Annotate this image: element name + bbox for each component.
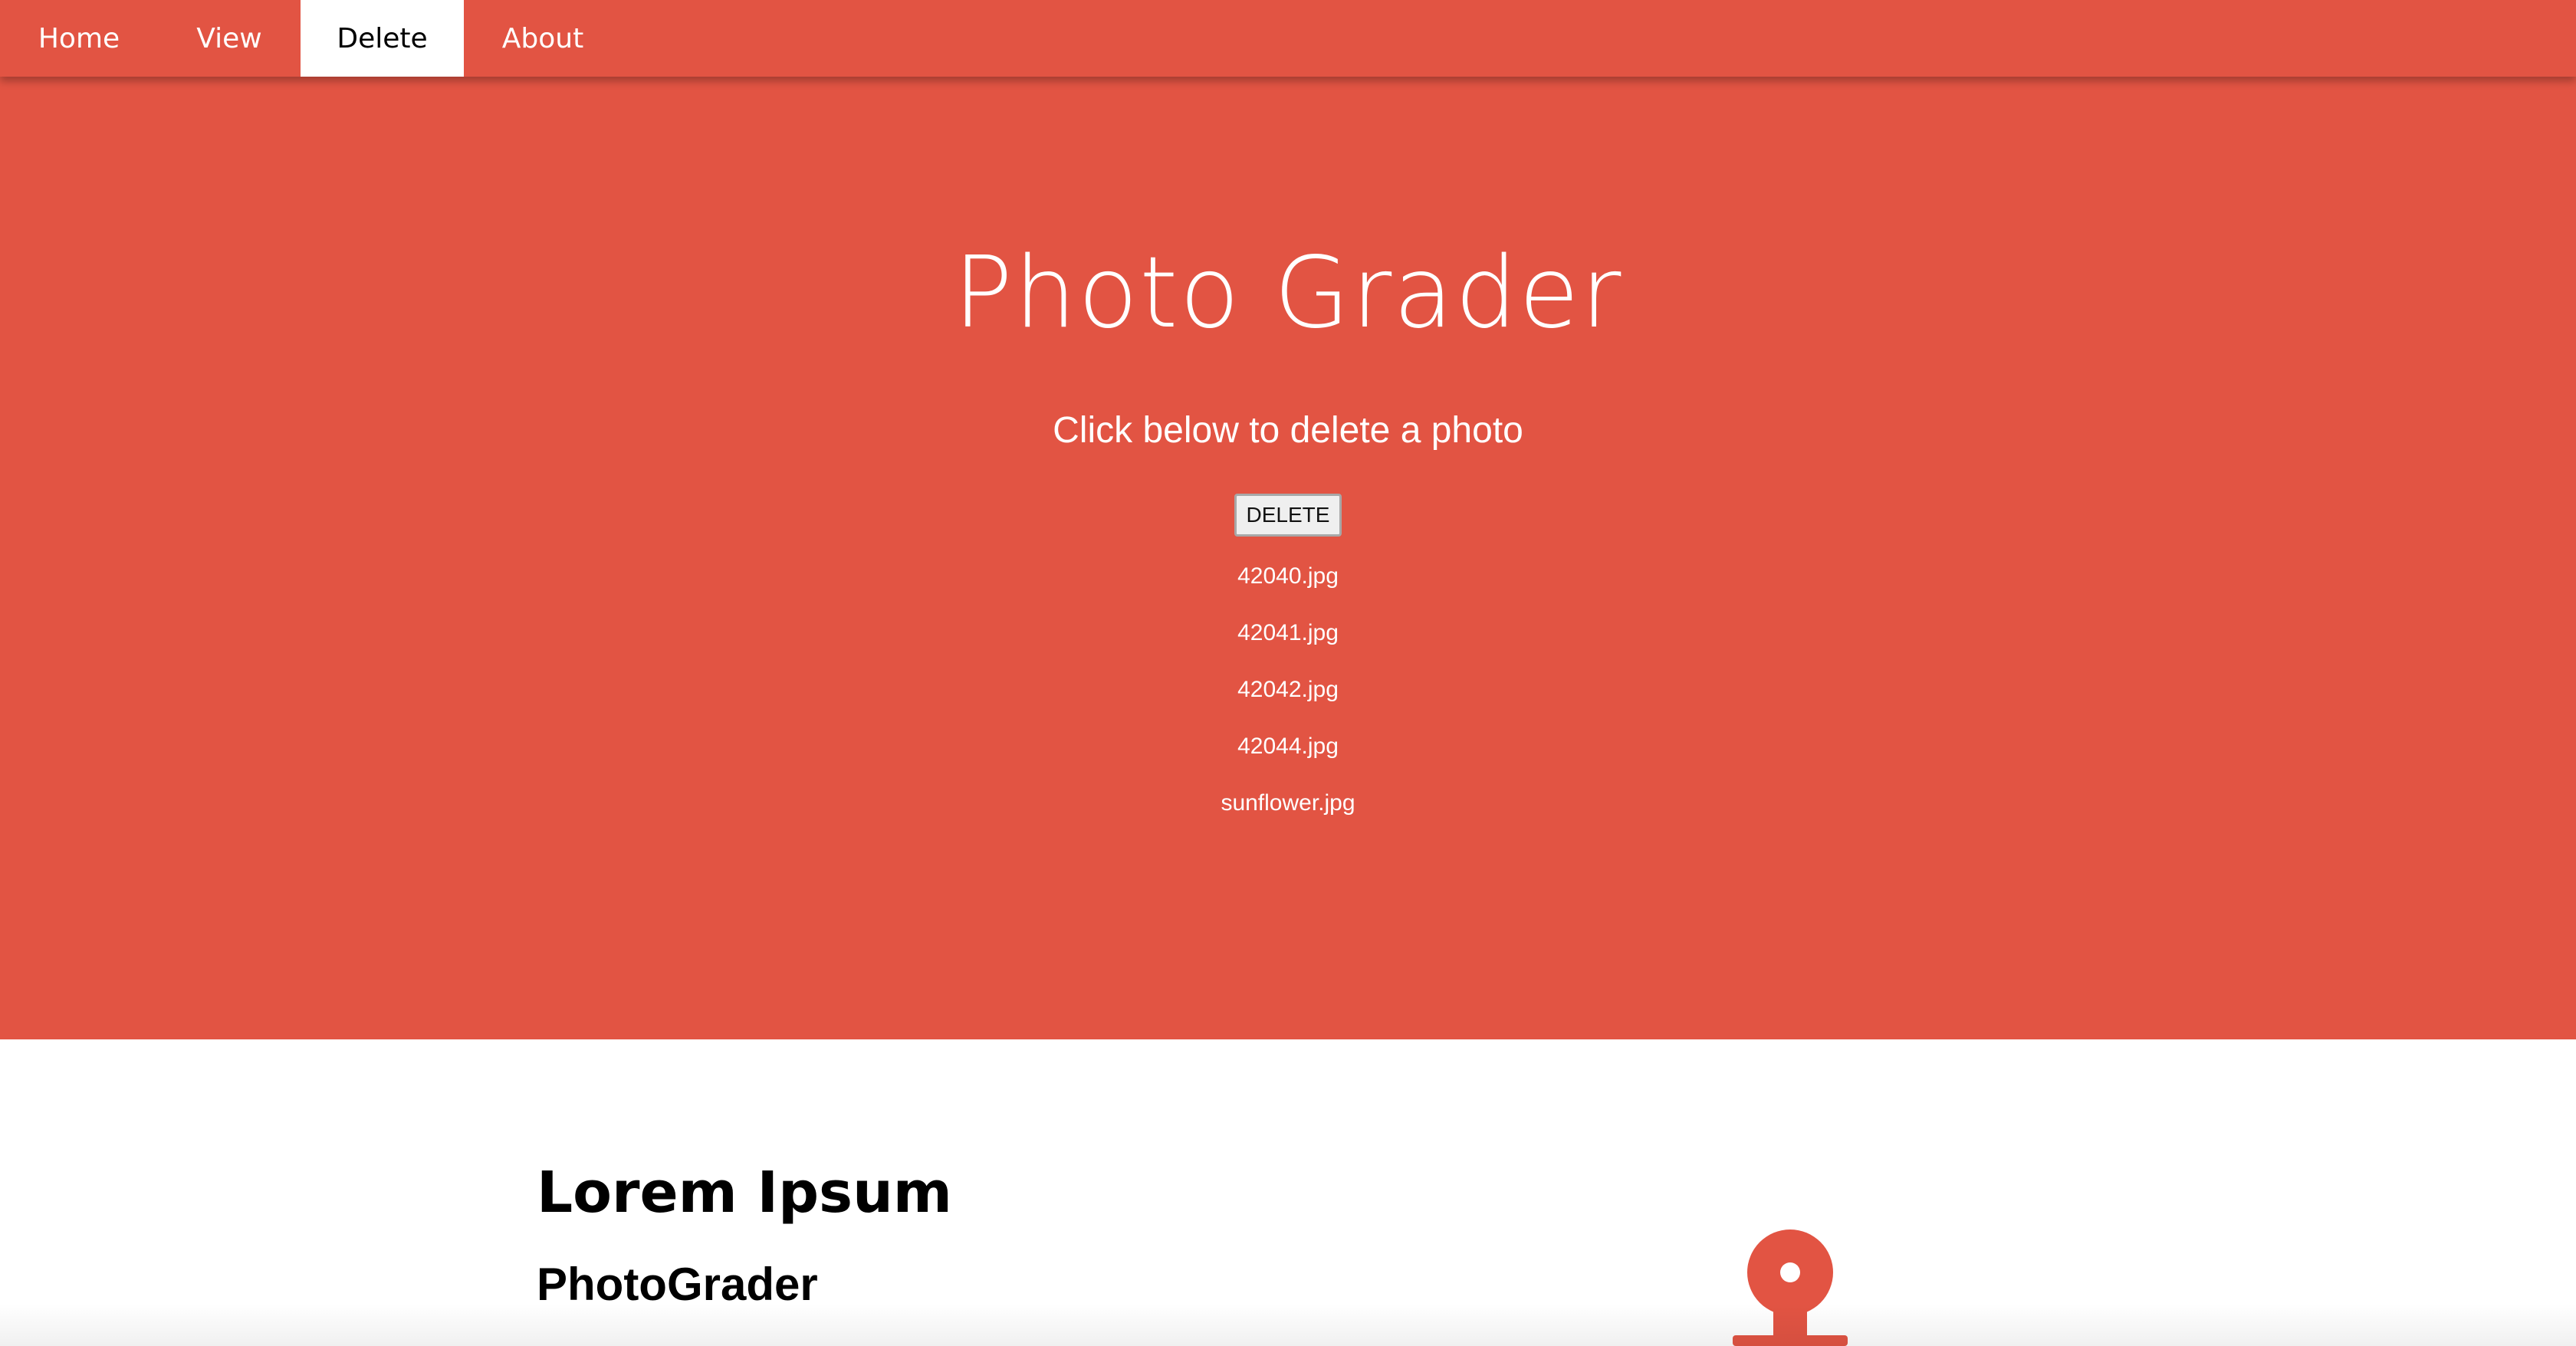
content-section: Lorem Ipsum PhotoGrader	[0, 1039, 2576, 1346]
delete-button[interactable]: DELETE	[1234, 494, 1342, 537]
hero-section: Photo Grader Click below to delete a pho…	[0, 0, 2576, 1039]
file-item: sunflower.jpg	[0, 780, 2576, 837]
file-link[interactable]: 42040.jpg	[1237, 563, 1339, 589]
photo-file-list: 42040.jpg 42041.jpg 42042.jpg 42044.jpg …	[0, 553, 2576, 837]
nav-delete[interactable]: Delete	[301, 0, 464, 77]
file-item: 42044.jpg	[0, 724, 2576, 780]
pin-base	[1733, 1335, 1848, 1346]
content-subheading: PhotoGrader	[537, 1259, 818, 1310]
file-link[interactable]: 42041.jpg	[1237, 620, 1339, 645]
nav-about[interactable]: About	[464, 0, 622, 77]
nav-home[interactable]: Home	[0, 0, 158, 77]
file-item: 42042.jpg	[0, 667, 2576, 724]
pin-icon	[1733, 1229, 1848, 1346]
pin-hole	[1780, 1262, 1800, 1282]
file-item: 42041.jpg	[0, 610, 2576, 667]
content-heading: Lorem Ipsum	[537, 1160, 952, 1226]
pin-stem	[1773, 1298, 1807, 1338]
file-link[interactable]: 42044.jpg	[1237, 734, 1339, 759]
nav-view[interactable]: View	[158, 0, 301, 77]
top-nav: Home View Delete About	[0, 0, 2576, 77]
file-link[interactable]: 42042.jpg	[1237, 677, 1339, 702]
file-link[interactable]: sunflower.jpg	[1221, 790, 1355, 816]
file-item: 42040.jpg	[0, 553, 2576, 610]
page-title: Photo Grader	[953, 236, 1623, 350]
hero-subtitle: Click below to delete a photo	[1053, 410, 1523, 451]
